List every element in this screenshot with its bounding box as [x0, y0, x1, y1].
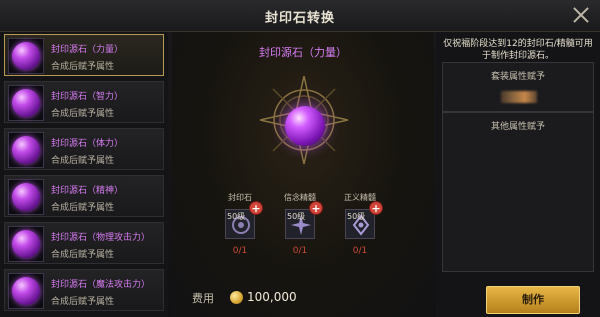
stone-orb-icon — [8, 226, 44, 262]
material-count: 0/1 — [292, 246, 308, 256]
stone-list-item-strength[interactable]: 封印源石（力量） 合成后赋予属性 — [4, 34, 164, 76]
stone-orb-icon — [8, 273, 44, 309]
stone-name: 封印源石（物理攻击力） — [51, 233, 151, 243]
material-count: 0/1 — [232, 246, 248, 256]
stone-orb-icon — [285, 106, 325, 146]
set-attribute-header: 套装属性赋予 — [490, 72, 545, 82]
material-level: 50级 — [287, 212, 306, 221]
coin-icon — [230, 291, 243, 304]
material-slot[interactable]: 50级 + — [225, 201, 263, 239]
fee-value: 100,000 — [247, 290, 297, 304]
stone-list-item-magic-attack[interactable]: 封印源石（魔法攻击力） 合成后赋予属性 — [4, 269, 164, 311]
plus-icon[interactable]: + — [249, 201, 263, 215]
other-attribute-header: 其他属性赋予 — [490, 122, 545, 132]
seal-stone-conversion-window: 封印石转换 封印源石（力量） 合成后赋予属性 封印源石（智力） 合成后赋予属性 … — [0, 0, 600, 317]
stone-list-item-intelligence[interactable]: 封印源石（智力） 合成后赋予属性 — [4, 81, 164, 123]
close-icon[interactable] — [570, 4, 592, 26]
plus-icon[interactable]: + — [369, 201, 383, 215]
stone-orb-icon — [8, 179, 44, 215]
stone-name: 封印源石（体力） — [51, 139, 124, 149]
blurred-value — [501, 91, 537, 103]
material-seal-stone: 封印石 50级 + 0/1 — [214, 192, 266, 256]
stone-desc: 合成后赋予属性 — [51, 62, 115, 72]
plus-icon[interactable]: + — [309, 201, 323, 215]
material-level: 50级 — [227, 212, 246, 221]
stone-orb-icon — [8, 38, 44, 74]
material-slot[interactable]: 50级 + — [345, 201, 383, 239]
stone-desc: 合成后赋予属性 — [51, 250, 115, 260]
title-bar: 封印石转换 — [0, 0, 600, 32]
synthesis-panel: 封印源石（力量） 封印石 50级 + 0/1 信念精髓 50级 + 0/1 正义… — [172, 32, 434, 317]
stone-list: 封印源石（力量） 合成后赋予属性 封印源石（智力） 合成后赋予属性 封印源石（体… — [0, 32, 168, 317]
material-slot[interactable]: 50级 + — [285, 201, 323, 239]
make-button[interactable]: 制作 — [486, 286, 580, 314]
stone-name: 封印源石（精神） — [51, 186, 124, 196]
requirement-notice: 仅祝福阶段达到12的封印石/精髓可用于制作封印源石。 — [443, 39, 593, 61]
other-attribute-box: 其他属性赋予 — [442, 112, 594, 272]
attribute-panel: 仅祝福阶段达到12的封印石/精髓可用于制作封印源石。 套装属性赋予 其他属性赋予 — [436, 32, 600, 317]
stone-name: 封印源石（力量） — [51, 45, 124, 55]
selected-stone-title: 封印源石（力量） — [259, 46, 347, 59]
material-count: 0/1 — [352, 246, 368, 256]
material-faith-essence: 信念精髓 50级 + 0/1 — [274, 192, 326, 256]
stone-list-item-physical-attack[interactable]: 封印源石（物理攻击力） 合成后赋予属性 — [4, 222, 164, 264]
fee-label: 费用 — [192, 292, 214, 305]
stone-orb-icon — [8, 85, 44, 121]
stone-desc: 合成后赋予属性 — [51, 109, 115, 119]
window-title: 封印石转换 — [264, 11, 335, 26]
set-attribute-box: 套装属性赋予 — [442, 62, 594, 112]
material-level: 50级 — [347, 212, 366, 221]
stone-list-item-vitality[interactable]: 封印源石（体力） 合成后赋予属性 — [4, 128, 164, 170]
stone-desc: 合成后赋予属性 — [51, 297, 115, 307]
stone-orb-icon — [8, 132, 44, 168]
stone-name: 封印源石（智力） — [51, 92, 124, 102]
material-justice-essence: 正义精髓 50级 + 0/1 — [334, 192, 386, 256]
stone-name: 封印源石（魔法攻击力） — [51, 280, 151, 290]
stone-list-item-spirit[interactable]: 封印源石（精神） 合成后赋予属性 — [4, 175, 164, 217]
stone-desc: 合成后赋予属性 — [51, 156, 115, 166]
stone-desc: 合成后赋予属性 — [51, 203, 115, 213]
